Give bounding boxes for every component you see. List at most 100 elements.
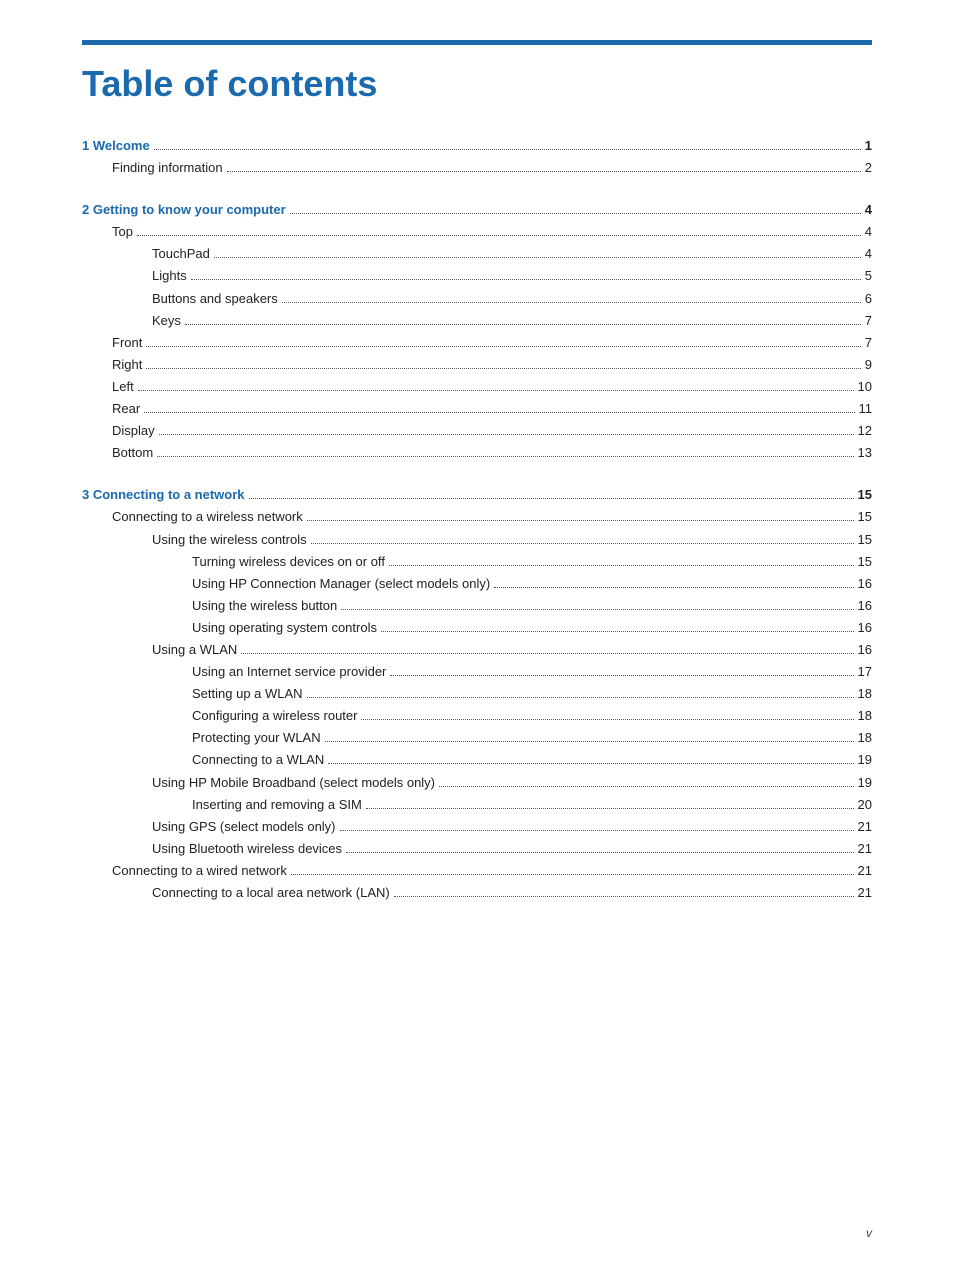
- toc-dots: [361, 719, 853, 720]
- toc-entry: Left 10: [82, 376, 872, 398]
- toc-label: Using the wireless button: [82, 595, 337, 617]
- toc-label: Left: [82, 376, 134, 398]
- toc-entry: Connecting to a wired network 21: [82, 860, 872, 882]
- toc-label: Finding information: [82, 157, 223, 179]
- toc-dots: [146, 346, 860, 347]
- toc-page: 19: [858, 772, 872, 794]
- toc-entry: Connecting to a wireless network 15: [82, 506, 872, 528]
- toc-entry: Display 12: [82, 420, 872, 442]
- toc-page: 15: [858, 529, 872, 551]
- toc-dots: [291, 874, 854, 875]
- toc-label: Lights: [82, 265, 187, 287]
- toc-page: 20: [858, 794, 872, 816]
- toc-page: 4: [865, 199, 872, 221]
- toc-page: 4: [865, 221, 872, 243]
- toc-page: 15: [858, 551, 872, 573]
- toc-entry: Lights 5: [82, 265, 872, 287]
- toc-page: 11: [859, 398, 873, 420]
- toc-entry: TouchPad 4: [82, 243, 872, 265]
- toc-page: 16: [858, 639, 872, 661]
- toc-dots: [340, 830, 854, 831]
- toc-label: Using HP Connection Manager (select mode…: [82, 573, 490, 595]
- toc-page: 6: [865, 288, 872, 310]
- toc-entry: Using Bluetooth wireless devices 21: [82, 838, 872, 860]
- toc-label: Turning wireless devices on or off: [82, 551, 385, 573]
- toc-page: 9: [865, 354, 872, 376]
- toc-label: Configuring a wireless router: [82, 705, 357, 727]
- toc-entry: Top 4: [82, 221, 872, 243]
- toc-dots: [227, 171, 861, 172]
- toc-entry: Turning wireless devices on or off 15: [82, 551, 872, 573]
- toc-dots: [341, 609, 853, 610]
- toc-dots: [381, 631, 854, 632]
- toc-page: 7: [865, 310, 872, 332]
- toc-dots: [159, 434, 854, 435]
- toc-entry: Using HP Connection Manager (select mode…: [82, 573, 872, 595]
- page-footer: v: [866, 1226, 872, 1240]
- toc-dots: [307, 520, 854, 521]
- toc-dots: [311, 543, 854, 544]
- toc-dots: [185, 324, 861, 325]
- toc-label: Top: [82, 221, 133, 243]
- toc-entry: Configuring a wireless router 18: [82, 705, 872, 727]
- toc-entry: Right 9: [82, 354, 872, 376]
- toc-entry: 1 Welcome 1: [82, 135, 872, 157]
- toc-label: Using HP Mobile Broadband (select models…: [82, 772, 435, 794]
- toc-page: 1: [865, 135, 872, 157]
- toc-page: 18: [858, 705, 872, 727]
- toc-dots: [191, 279, 861, 280]
- toc-dots: [154, 149, 861, 150]
- toc-label: Protecting your WLAN: [82, 727, 321, 749]
- toc-dots: [346, 852, 853, 853]
- toc-label: Using Bluetooth wireless devices: [82, 838, 342, 860]
- toc-label: Rear: [82, 398, 140, 420]
- toc-dots: [157, 456, 853, 457]
- toc-label: Connecting to a local area network (LAN): [82, 882, 390, 904]
- toc-dots: [328, 763, 853, 764]
- toc-entry: Using operating system controls 16: [82, 617, 872, 639]
- toc-entry: Front 7: [82, 332, 872, 354]
- toc-page: 15: [858, 484, 872, 506]
- toc-page: 2: [865, 157, 872, 179]
- toc-label: Display: [82, 420, 155, 442]
- toc-label: Front: [82, 332, 142, 354]
- toc-entry: Setting up a WLAN 18: [82, 683, 872, 705]
- toc-entry: Rear 11: [82, 398, 872, 420]
- toc-dots: [389, 565, 854, 566]
- toc-label: Using a WLAN: [82, 639, 237, 661]
- toc-dots: [249, 498, 854, 499]
- toc-label: Using operating system controls: [82, 617, 377, 639]
- toc-entry: Using HP Mobile Broadband (select models…: [82, 772, 872, 794]
- toc-dots: [144, 412, 854, 413]
- toc-page: 10: [858, 376, 872, 398]
- page-title: Table of contents: [82, 63, 872, 105]
- toc-dots: [138, 390, 854, 391]
- toc-entry: Buttons and speakers 6: [82, 288, 872, 310]
- toc-dots: [290, 213, 861, 214]
- toc-label: 1 Welcome: [82, 135, 150, 157]
- toc-label: Using GPS (select models only): [82, 816, 336, 838]
- toc-label: Bottom: [82, 442, 153, 464]
- toc-label: TouchPad: [82, 243, 210, 265]
- toc-label: Connecting to a WLAN: [82, 749, 324, 771]
- toc-page: 17: [858, 661, 872, 683]
- toc-label: 2 Getting to know your computer: [82, 199, 286, 221]
- toc-entry: Using an Internet service provider 17: [82, 661, 872, 683]
- toc-label: Connecting to a wireless network: [82, 506, 303, 528]
- toc-page: 7: [865, 332, 872, 354]
- toc-label: Setting up a WLAN: [82, 683, 303, 705]
- toc-entry: Keys 7: [82, 310, 872, 332]
- toc-entry: Using a WLAN 16: [82, 639, 872, 661]
- toc-entry: Connecting to a local area network (LAN)…: [82, 882, 872, 904]
- toc-dots: [307, 697, 854, 698]
- toc-entry: Protecting your WLAN 18: [82, 727, 872, 749]
- toc-label: Inserting and removing a SIM: [82, 794, 362, 816]
- toc-page: 16: [858, 595, 872, 617]
- toc-entry: 3 Connecting to a network 15: [82, 484, 872, 506]
- toc-label: Right: [82, 354, 142, 376]
- toc-entry: Using GPS (select models only) 21: [82, 816, 872, 838]
- toc-entry: 2 Getting to know your computer 4: [82, 199, 872, 221]
- toc-page: 15: [858, 506, 872, 528]
- toc-page: 21: [858, 816, 872, 838]
- toc-dots: [439, 786, 854, 787]
